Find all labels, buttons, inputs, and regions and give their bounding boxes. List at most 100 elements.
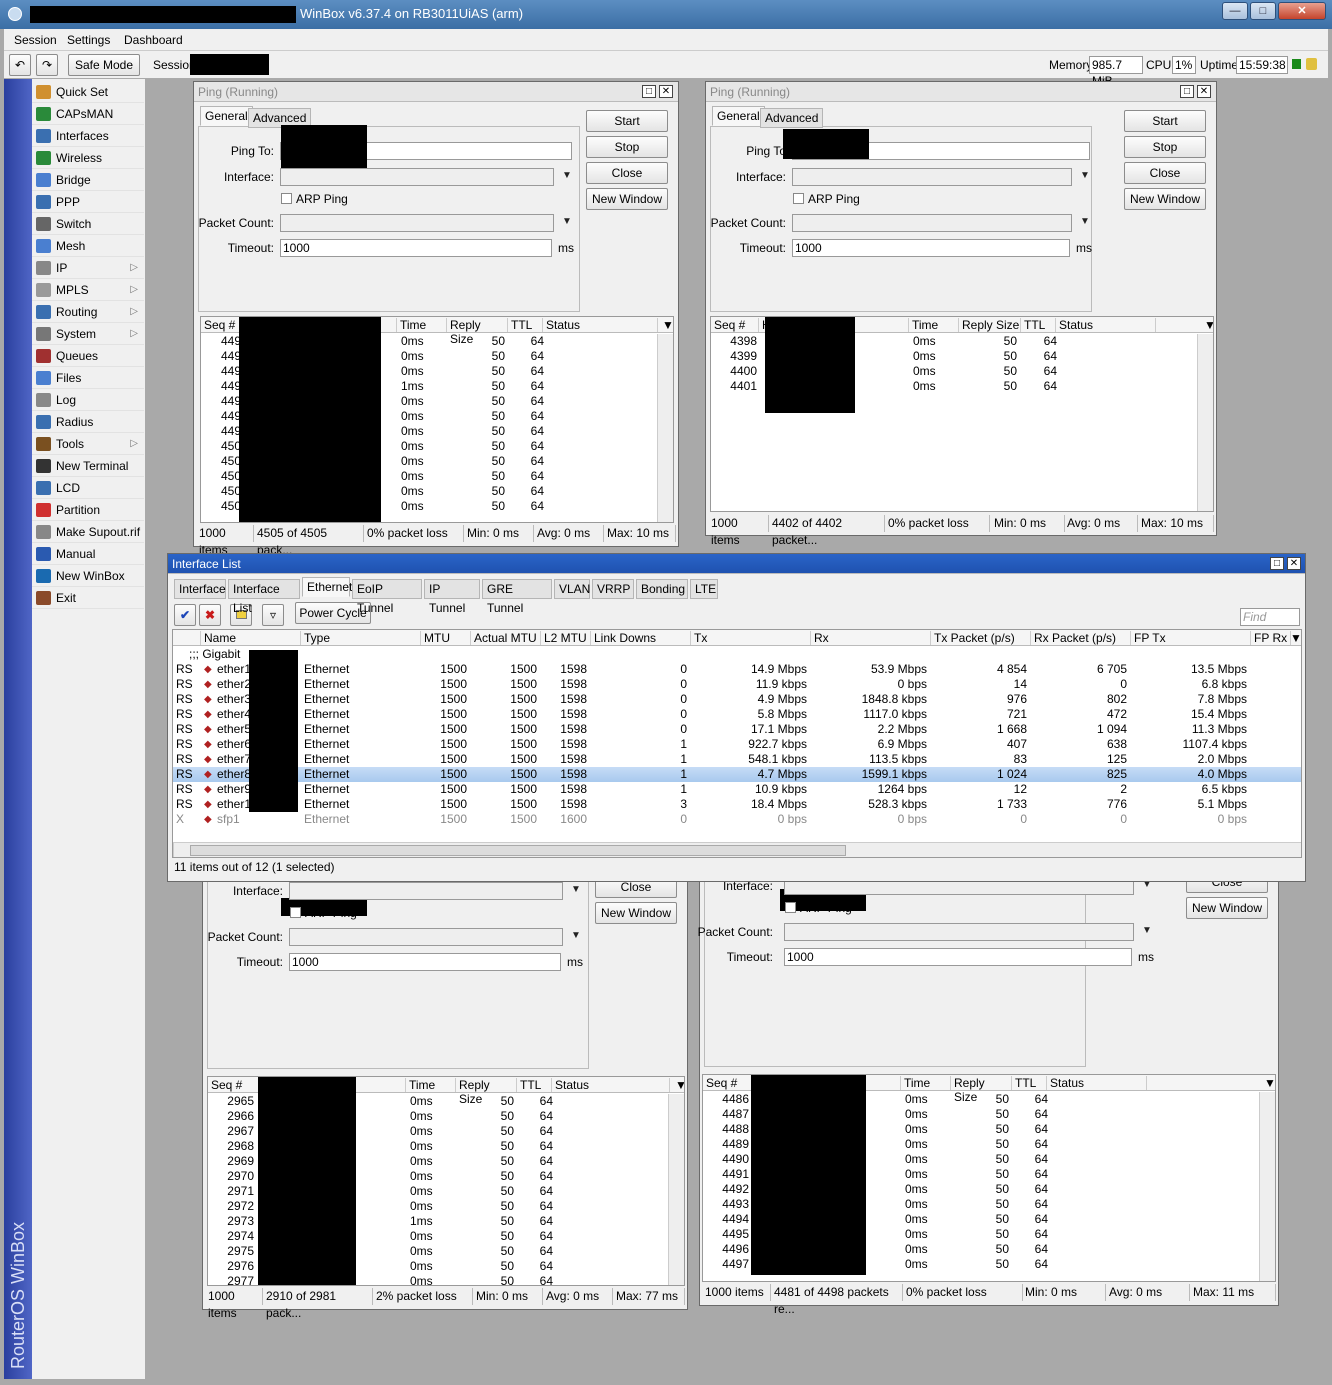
tab-vrrp[interactable]: VRRP — [592, 579, 634, 599]
chevron-down-icon[interactable]: ▼ — [562, 170, 572, 181]
col-actual-mtu[interactable]: Actual MTU — [471, 631, 541, 645]
timeout-input[interactable]: 1000 — [280, 239, 552, 257]
col-ttl[interactable]: TTL — [1021, 318, 1056, 332]
sidebar-item-queues[interactable]: Queues — [32, 345, 144, 367]
arp-ping-checkbox[interactable] — [785, 902, 796, 913]
tab-ethernet[interactable]: Ethernet — [302, 577, 352, 597]
close-button[interactable]: ✕ — [1278, 2, 1326, 20]
col-tx-packet-p-s-[interactable]: Tx Packet (p/s) — [931, 631, 1031, 645]
interface-row[interactable]: X ◆ sfp1 Ethernet 1500 1500 1600 0 0 bps 0 bps 0 0 0… — [173, 812, 1301, 827]
vertical-scrollbar[interactable] — [668, 1094, 684, 1285]
arp-ping-checkbox[interactable] — [281, 193, 292, 204]
sidebar-item-new-terminal[interactable]: New Terminal — [32, 455, 144, 477]
sidebar-item-system[interactable]: System ▷ — [32, 323, 144, 345]
tab-vlan[interactable]: VLAN — [554, 579, 590, 599]
sidebar-item-exit[interactable]: Exit — [32, 587, 144, 609]
interface-row[interactable]: RS ◆ ether6 Ethernet 1500 1500 1598 1 922.7 kbps… — [173, 737, 1301, 752]
find-input[interactable]: Find — [1240, 608, 1300, 626]
interface-select[interactable] — [289, 882, 563, 900]
interface-row[interactable]: RS ◆ ether9 Ethernet 1500 1500 1598 1 10.9 kbps 1… — [173, 782, 1301, 797]
tab-advanced[interactable]: Advanced — [760, 108, 824, 128]
chevron-down-icon[interactable]: ▼ — [571, 930, 581, 941]
col-fp-tx[interactable]: FP Tx — [1131, 631, 1251, 645]
col-mtu[interactable]: MTU — [421, 631, 471, 645]
interface-row[interactable]: RS ◆ ether2 Ethernet 1500 1500 1598 0 11.9 kbps 0… — [173, 677, 1301, 692]
tab-gre-tunnel[interactable]: GRE Tunnel — [482, 579, 552, 615]
vertical-scrollbar[interactable] — [657, 334, 673, 522]
col-status[interactable]: Status — [552, 1078, 670, 1092]
chevron-down-icon[interactable]: ▼ — [571, 884, 581, 895]
maximize-icon[interactable]: □ — [1180, 85, 1194, 98]
interface-row[interactable]: RS ◆ ether8 Ethernet 1500 1500 1598 1 4.7 Mbps 15… — [173, 767, 1301, 782]
sidebar-item-radius[interactable]: Radius — [32, 411, 144, 433]
col-time[interactable]: Time — [406, 1078, 456, 1092]
sidebar-item-mpls[interactable]: MPLS ▷ — [32, 279, 144, 301]
packet-count-input[interactable] — [784, 923, 1134, 941]
chevron-down-icon[interactable]: ▼ — [562, 216, 572, 227]
col-rx[interactable]: Rx — [811, 631, 931, 645]
close-button[interactable]: Close — [1124, 162, 1206, 184]
sidebar-item-ppp[interactable]: PPP — [32, 191, 144, 213]
undo-button[interactable]: ↶ — [9, 54, 31, 76]
tab-bonding[interactable]: Bonding — [636, 579, 688, 599]
interface-row[interactable]: RS ◆ ether3 Ethernet 1500 1500 1598 0 4.9 Mbps 18… — [173, 692, 1301, 707]
column-menu-icon[interactable]: ▼ — [1287, 631, 1301, 645]
col-link-downs[interactable]: Link Downs — [591, 631, 691, 645]
sidebar-item-files[interactable]: Files — [32, 367, 144, 389]
sidebar-item-routing[interactable]: Routing ▷ — [32, 301, 144, 323]
column-menu-icon[interactable]: ▼ — [1201, 318, 1213, 332]
sidebar-item-partition[interactable]: Partition — [32, 499, 144, 521]
close-button[interactable]: Close — [586, 162, 668, 184]
redo-button[interactable]: ↷ — [36, 54, 58, 76]
col-fp-rx[interactable]: FP Rx — [1251, 631, 1291, 645]
tab-lte[interactable]: LTE — [690, 579, 718, 599]
new-window-button[interactable]: New Window — [1124, 188, 1206, 210]
sidebar-item-switch[interactable]: Switch — [32, 213, 144, 235]
sidebar-item-make-supout-rif[interactable]: Make Supout.rif — [32, 521, 144, 543]
col-status[interactable]: Status — [1056, 318, 1156, 332]
sidebar-item-manual[interactable]: Manual — [32, 543, 144, 565]
close-icon[interactable]: ✕ — [659, 85, 673, 98]
chevron-down-icon[interactable]: ▼ — [1080, 216, 1090, 227]
col-reply-size[interactable]: Reply Size — [456, 1078, 517, 1106]
sidebar-item-lcd[interactable]: LCD — [32, 477, 144, 499]
chevron-down-icon[interactable]: ▼ — [1142, 925, 1152, 936]
col-reply-size[interactable]: Reply Size — [447, 318, 508, 346]
start-button[interactable]: Start — [586, 110, 668, 132]
minimize-button[interactable]: — — [1222, 2, 1248, 20]
col-reply-size[interactable]: Reply Size — [951, 1076, 1012, 1104]
col-time[interactable]: Time — [909, 318, 959, 332]
enable-button[interactable]: ✔ — [174, 604, 196, 626]
col-time[interactable]: Time — [397, 318, 447, 332]
tab-general[interactable]: General — [712, 106, 765, 126]
stop-button[interactable]: Stop — [586, 136, 668, 158]
sidebar-item-bridge[interactable]: Bridge — [32, 169, 144, 191]
col-ttl[interactable]: TTL — [1012, 1076, 1047, 1090]
horizontal-scrollbar[interactable] — [173, 842, 1301, 857]
interface-row[interactable]: RS ◆ ether4 Ethernet 1500 1500 1598 0 5.8 Mbps 11… — [173, 707, 1301, 722]
scroll-thumb[interactable] — [190, 845, 846, 856]
interface-select[interactable] — [280, 168, 554, 186]
filter-button[interactable]: ▿ — [262, 604, 284, 626]
col-rx-packet-p-s-[interactable]: Rx Packet (p/s) — [1031, 631, 1131, 645]
col-status[interactable]: Status — [543, 318, 658, 332]
sidebar-item-mesh[interactable]: Mesh — [32, 235, 144, 257]
col-status[interactable]: Status — [1047, 1076, 1147, 1090]
tab-interface[interactable]: Interface — [174, 579, 226, 599]
interface-select[interactable] — [792, 168, 1072, 186]
sidebar-item-wireless[interactable]: Wireless — [32, 147, 144, 169]
sidebar-item-new-winbox[interactable]: New WinBox — [32, 565, 144, 587]
arp-ping-checkbox[interactable] — [290, 907, 301, 918]
packet-count-input[interactable] — [289, 928, 563, 946]
new-window-button[interactable]: New Window — [586, 188, 668, 210]
interface-row[interactable]: RS ◆ ether10 Ethernet 1500 1500 1598 3 18.4 Mbps… — [173, 797, 1301, 812]
chevron-down-icon[interactable]: ▼ — [1080, 170, 1090, 181]
col-l2-mtu[interactable]: L2 MTU — [541, 631, 591, 645]
sidebar-item-log[interactable]: Log — [32, 389, 144, 411]
new-window-button[interactable]: New Window — [1186, 897, 1268, 919]
col-reply-size[interactable]: Reply Size — [959, 318, 1021, 332]
vertical-scrollbar[interactable] — [1197, 334, 1213, 511]
packet-count-input[interactable] — [792, 214, 1072, 232]
sidebar-item-quick-set[interactable]: Quick Set — [32, 81, 144, 103]
timeout-input[interactable]: 1000 — [792, 239, 1070, 257]
